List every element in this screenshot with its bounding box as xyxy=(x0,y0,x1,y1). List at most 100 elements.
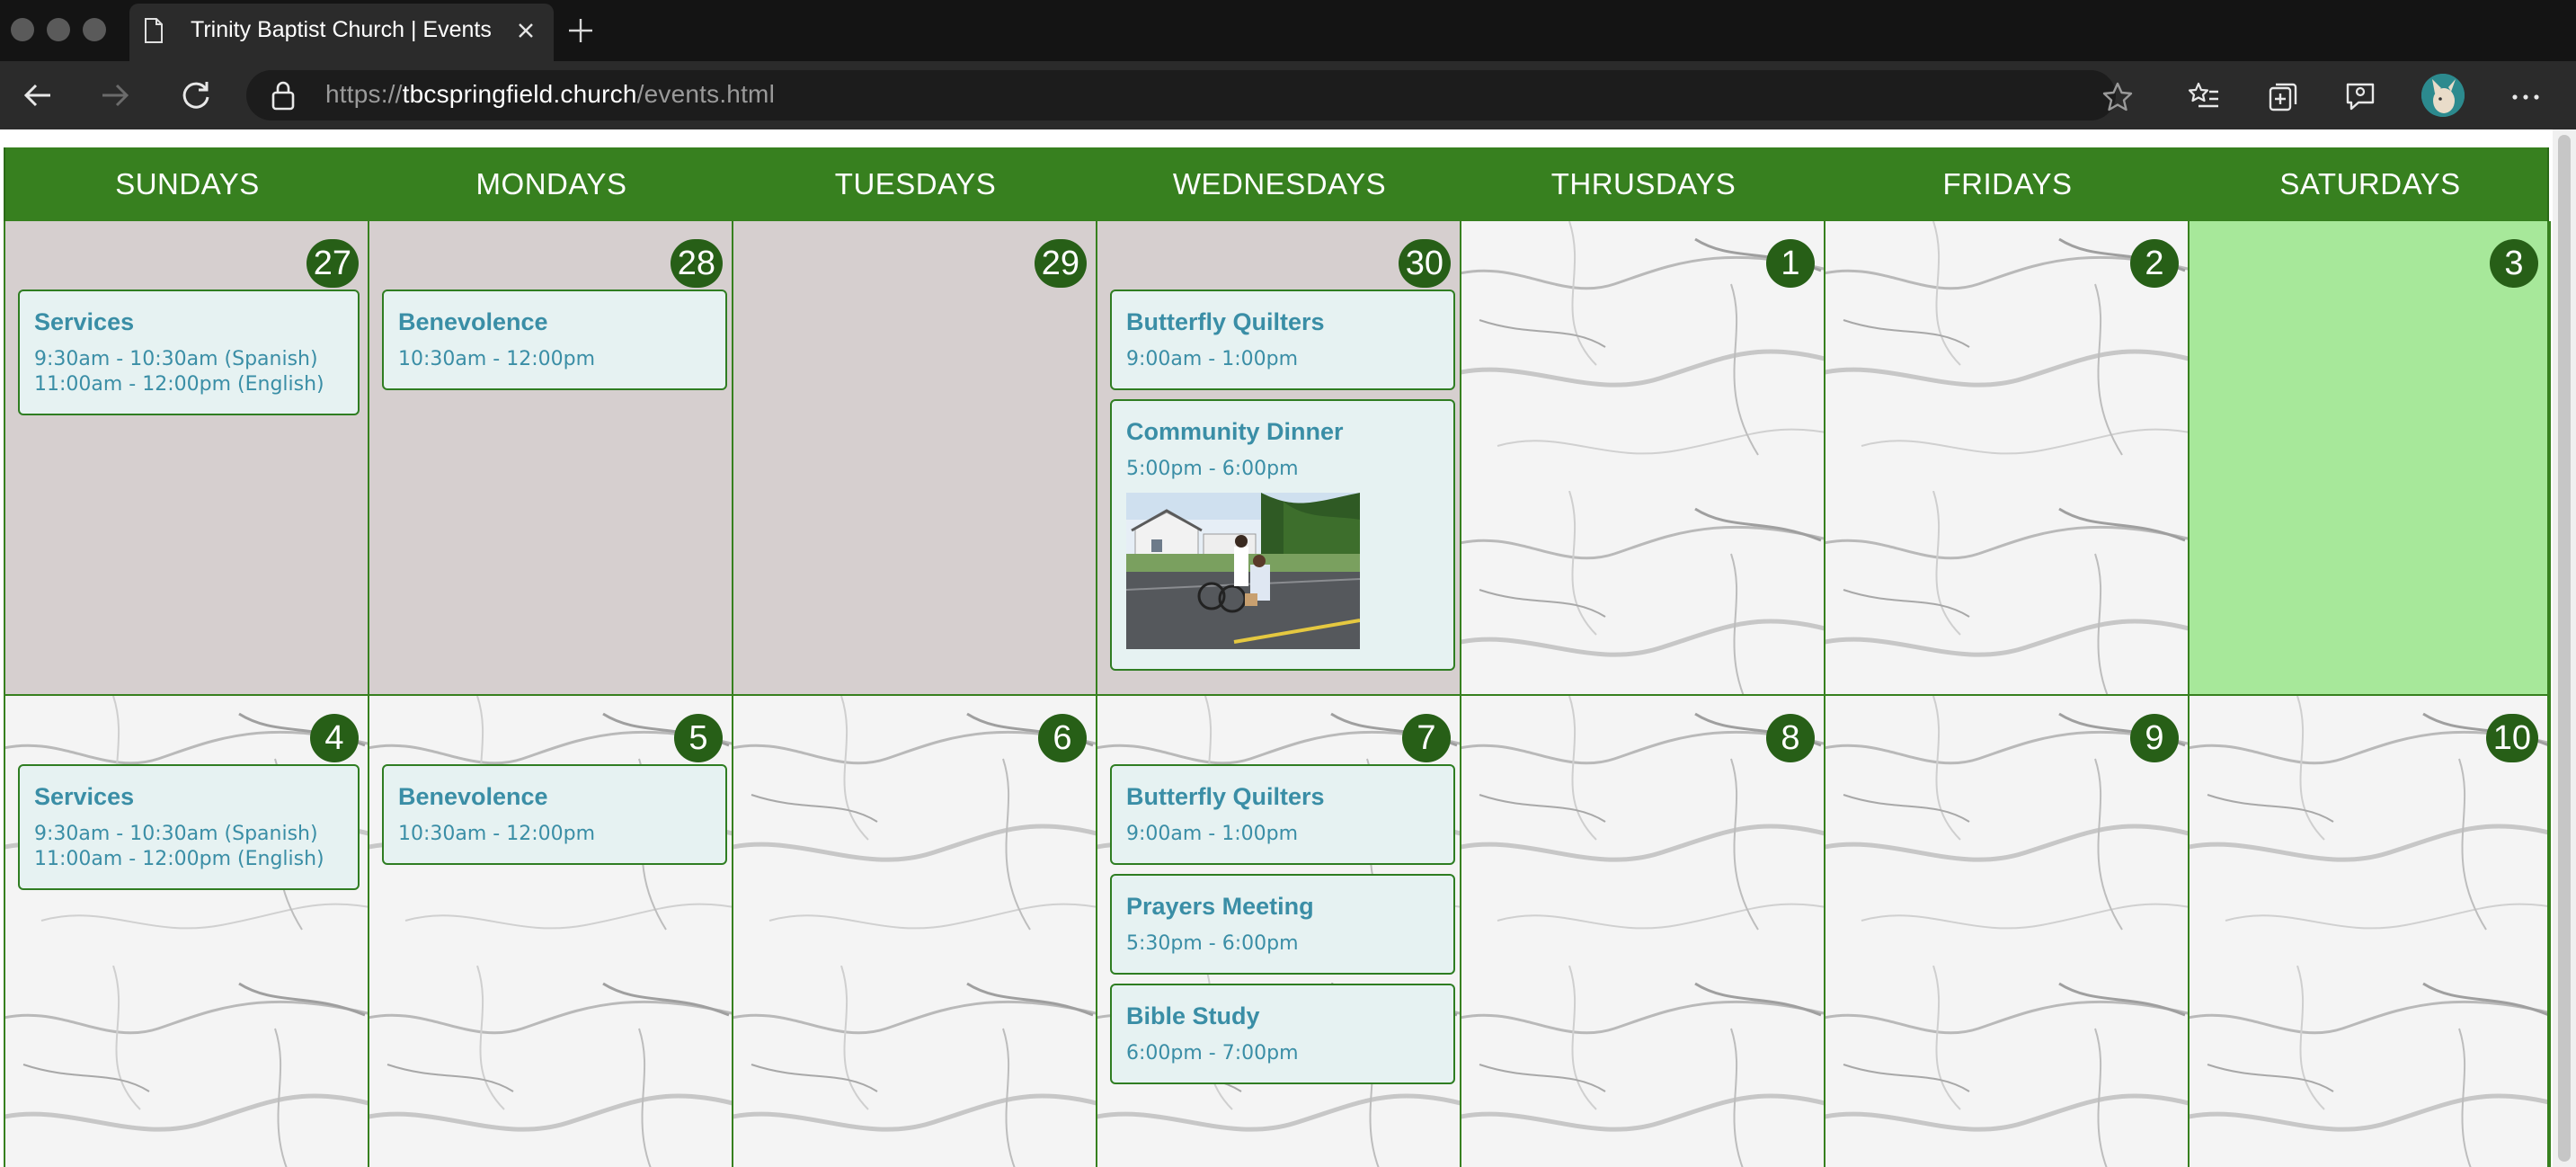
photo-image xyxy=(1126,493,1360,649)
url-host: tbcspringfield.church xyxy=(402,80,637,108)
event-title: Butterfly Quilters xyxy=(1126,783,1325,810)
weekday-wednesday: WEDNESDAYS xyxy=(1172,167,1387,200)
day-number: 2 xyxy=(2130,239,2179,288)
avatar-image xyxy=(2421,74,2465,117)
events-calendar: SUNDAYS MONDAYS TUESDAYS WEDNESDAYS THRU… xyxy=(0,147,2553,1167)
event-title: Benevolence xyxy=(398,783,548,810)
event-benevolence[interactable]: Benevolence 10:30am - 12:00pm xyxy=(382,290,727,390)
event-time: 9:00am - 1:00pm xyxy=(1126,348,1299,370)
day-number: 8 xyxy=(1766,714,1815,762)
scrollbar-thumb[interactable] xyxy=(2558,135,2571,1162)
day-number: 3 xyxy=(2490,239,2538,288)
marble-texture xyxy=(733,696,1096,1167)
event-time: 5:30pm - 6:00pm xyxy=(1126,932,1299,955)
window-close-dot[interactable] xyxy=(11,18,34,41)
day-number: 7 xyxy=(1402,714,1451,762)
day-cell-wed-7[interactable]: 7 Butterfly Quilters 9:00am - 1:00pm Pra… xyxy=(1097,696,1460,1167)
weekday-tuesday: TUESDAYS xyxy=(834,167,997,200)
event-butterfly-quilters[interactable]: Butterfly Quilters 9:00am - 1:00pm xyxy=(1110,764,1455,865)
reload-icon[interactable] xyxy=(178,77,214,113)
weekday-sunday: SUNDAYS xyxy=(115,167,260,200)
weekday-monday: MONDAYS xyxy=(475,167,627,200)
event-time: 10:30am - 12:00pm xyxy=(398,348,596,370)
event-prayers-meeting[interactable]: Prayers Meeting 5:30pm - 6:00pm xyxy=(1110,874,1455,975)
day-cell-sat-3-today[interactable]: 3 xyxy=(2190,221,2547,694)
event-services[interactable]: Services 9:30am - 10:30am (Spanish) 11:0… xyxy=(18,764,360,890)
event-title: Prayers Meeting xyxy=(1126,893,1314,920)
url-path: /events.html xyxy=(636,80,776,108)
day-number: 6 xyxy=(1038,714,1087,762)
event-time: 11:00am - 12:00pm (English) xyxy=(34,373,324,396)
day-number: 9 xyxy=(2130,714,2179,762)
day-cell-sun-4[interactable]: 4 Services 9:30am - 10:30am (Spanish) 11… xyxy=(5,696,368,1167)
marble-texture xyxy=(1825,696,2188,1167)
tab-title: Trinity Baptist Church | Events xyxy=(191,17,492,42)
event-time: 10:30am - 12:00pm xyxy=(398,823,596,845)
day-cell-fri-2[interactable]: 2 xyxy=(1825,221,2188,694)
feedback-icon[interactable] xyxy=(2342,79,2378,115)
forward-arrow-icon[interactable] xyxy=(97,77,133,113)
marble-texture xyxy=(1461,696,1824,1167)
weekday-saturday: SATURDAYS xyxy=(2279,167,2461,200)
event-butterfly-quilters[interactable]: Butterfly Quilters 9:00am - 1:00pm xyxy=(1110,290,1455,390)
day-number: 27 xyxy=(306,239,359,288)
day-cell-thu-1[interactable]: 1 xyxy=(1461,221,1824,694)
favorite-star-icon[interactable] xyxy=(2100,79,2136,115)
event-time: 5:00pm - 6:00pm xyxy=(1126,458,1299,480)
event-title: Butterfly Quilters xyxy=(1126,308,1325,335)
day-number: 4 xyxy=(310,714,359,762)
grid-line xyxy=(4,694,2551,696)
profile-avatar[interactable] xyxy=(2421,74,2465,117)
url-text[interactable]: https://tbcspringfield.church/events.htm… xyxy=(325,80,775,109)
weekday-friday: FRIDAYS xyxy=(1942,167,2073,200)
day-number: 5 xyxy=(674,714,723,762)
new-tab-icon[interactable] xyxy=(566,16,595,45)
close-tab-icon[interactable] xyxy=(515,20,537,41)
day-cell-mon-5[interactable]: 5 Benevolence 10:30am - 12:00pm xyxy=(369,696,732,1167)
event-title: Services xyxy=(34,308,135,335)
favorites-list-icon[interactable] xyxy=(2186,79,2222,115)
page-icon xyxy=(145,18,163,43)
event-bible-study[interactable]: Bible Study 6:00pm - 7:00pm xyxy=(1110,984,1455,1084)
more-menu-icon[interactable] xyxy=(2508,79,2544,115)
day-cell-mon-28[interactable]: 28 Benevolence 10:30am - 12:00pm xyxy=(369,221,732,694)
day-cell-sun-27[interactable]: 27 Services 9:30am - 10:30am (Spanish) 1… xyxy=(5,221,368,694)
weekday-header: SUNDAYS MONDAYS TUESDAYS WEDNESDAYS THRU… xyxy=(4,147,2549,221)
event-community-dinner[interactable]: Community Dinner 5:00pm - 6:00pm xyxy=(1110,399,1455,671)
lock-icon[interactable] xyxy=(270,80,297,111)
event-time: 11:00am - 12:00pm (English) xyxy=(34,848,324,870)
event-benevolence[interactable]: Benevolence 10:30am - 12:00pm xyxy=(382,764,727,865)
window-zoom-dot[interactable] xyxy=(83,18,106,41)
event-time: 9:30am - 10:30am (Spanish) xyxy=(34,823,318,845)
day-cell-wed-30[interactable]: 30 Butterfly Quilters 9:00am - 1:00pm Co… xyxy=(1097,221,1460,694)
event-time: 9:30am - 10:30am (Spanish) xyxy=(34,348,318,370)
day-number: 10 xyxy=(2485,714,2538,762)
day-number: 1 xyxy=(1766,239,1815,288)
url-scheme: https:// xyxy=(325,80,403,108)
day-cell-sat-10[interactable]: 10 xyxy=(2190,696,2547,1167)
weekday-thursday: THRUSDAYS xyxy=(1550,167,1737,200)
tab-strip: Trinity Baptist Church | Events xyxy=(0,0,2576,61)
day-cell-tue-29[interactable]: 29 xyxy=(733,221,1096,694)
page-content: SUNDAYS MONDAYS TUESDAYS WEDNESDAYS THRU… xyxy=(0,129,2576,1167)
event-title: Services xyxy=(34,783,135,810)
back-arrow-icon[interactable] xyxy=(20,77,56,113)
day-cell-tue-6[interactable]: 6 xyxy=(733,696,1096,1167)
day-number: 29 xyxy=(1034,239,1087,288)
event-time: 9:00am - 1:00pm xyxy=(1126,823,1299,845)
event-title: Benevolence xyxy=(398,308,548,335)
event-services[interactable]: Services 9:30am - 10:30am (Spanish) 11:0… xyxy=(18,290,360,415)
event-title: Bible Study xyxy=(1126,1002,1260,1029)
day-number: 30 xyxy=(1398,239,1451,288)
marble-texture xyxy=(2190,696,2547,1167)
page-scrollbar[interactable] xyxy=(2553,129,2576,1167)
day-cell-thu-8[interactable]: 8 xyxy=(1461,696,1824,1167)
collections-icon[interactable] xyxy=(2265,79,2301,115)
day-cell-fri-9[interactable]: 9 xyxy=(1825,696,2188,1167)
event-title: Community Dinner xyxy=(1126,418,1344,445)
community-dinner-photo[interactable] xyxy=(1126,493,1360,649)
window-minimize-dot[interactable] xyxy=(47,18,70,41)
marble-texture xyxy=(1825,221,2188,694)
day-number: 28 xyxy=(670,239,723,288)
marble-texture xyxy=(1461,221,1824,694)
